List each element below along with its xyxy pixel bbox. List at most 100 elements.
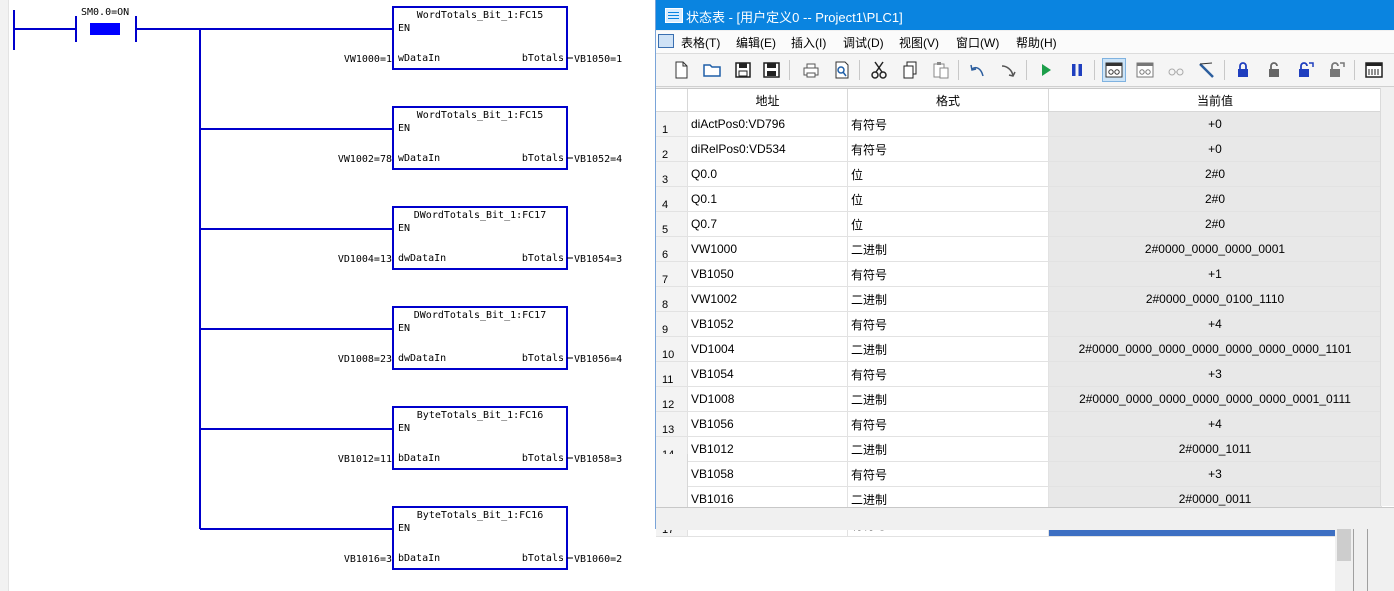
paste-icon[interactable] (929, 58, 953, 82)
format-cell[interactable]: 位 (847, 161, 1049, 187)
save-icon[interactable] (731, 58, 755, 82)
redo-icon[interactable] (996, 58, 1020, 82)
table-row[interactable]: 14VB1012二进制2#0000_1011 (656, 436, 1382, 462)
row-number[interactable]: 13 (656, 411, 688, 437)
menu-window[interactable]: 窗口(W) (956, 34, 999, 51)
current-value-cell[interactable]: 2#0000_0000_0000_0001 (1048, 236, 1382, 262)
table-row[interactable]: 8 VW1002 二进制 2#0000_0000_0100_1110 (656, 286, 1382, 312)
address-cell[interactable]: VW1002 (687, 286, 848, 312)
address-cell[interactable]: Q0.1 (687, 186, 848, 212)
row-number[interactable]: 12 (656, 386, 688, 412)
open-folder-icon[interactable] (700, 58, 724, 82)
menu-view[interactable]: 视图(V) (899, 34, 939, 51)
monitor-table-icon[interactable] (1102, 58, 1126, 82)
current-value-cell[interactable]: +4 (1048, 411, 1382, 437)
table-row[interactable]: 15VB1058有符号+3 (656, 461, 1382, 487)
current-value-cell[interactable]: 2#0000_0000_0100_1110 (1048, 286, 1382, 312)
title-bar[interactable]: 状态表 - [用户定义0 -- Project1\PLC1] (656, 0, 1394, 30)
format-cell[interactable]: 有符号 (847, 411, 1049, 437)
format-column-header[interactable]: 格式 (847, 89, 1049, 112)
new-file-icon[interactable] (669, 58, 693, 82)
format-cell[interactable]: 二进制 (847, 336, 1049, 362)
menu-table[interactable]: 表格(T) (681, 34, 720, 51)
scrollbar-thumb[interactable] (1337, 529, 1351, 561)
run-icon[interactable] (1034, 58, 1058, 82)
vertical-scrollbar[interactable] (1380, 88, 1394, 506)
table-row[interactable]: 4 Q0.1 位 2#0 (656, 186, 1382, 212)
current-value-cell[interactable]: +3 (1048, 461, 1382, 487)
format-cell[interactable]: 有符号 (847, 136, 1049, 162)
table-row[interactable]: 11 VB1054 有符号 +3 (656, 361, 1382, 387)
unforce-icon[interactable] (1324, 58, 1348, 82)
format-cell[interactable]: 有符号 (847, 461, 1049, 487)
row-number[interactable]: 8 (656, 286, 688, 312)
current-value-cell[interactable]: +0 (1048, 136, 1382, 162)
format-cell[interactable]: 有符号 (847, 361, 1049, 387)
row-number[interactable]: 7 (656, 261, 688, 287)
contact-energized[interactable] (90, 23, 120, 35)
background-scrollbar[interactable] (1335, 529, 1394, 591)
current-value-cell[interactable]: +0 (1048, 111, 1382, 137)
unlock-icon[interactable] (1262, 58, 1286, 82)
cut-icon[interactable] (867, 58, 891, 82)
current-value-cell[interactable]: 2#0000_0000_0000_0000_0000_0000_0000_110… (1048, 336, 1382, 362)
row-number[interactable]: 10 (656, 336, 688, 362)
current-value-cell[interactable]: +4 (1048, 311, 1382, 337)
address-cell[interactable]: diActPos0:VD796 (687, 111, 848, 137)
table-row[interactable]: 13 VB1056 有符号 +4 (656, 411, 1382, 437)
table-row[interactable]: 3 Q0.0 位 2#0 (656, 161, 1382, 187)
address-cell[interactable]: VB1058 (687, 461, 848, 487)
address-cell[interactable]: VD1004 (687, 336, 848, 362)
address-cell[interactable]: Q0.7 (687, 211, 848, 237)
format-cell[interactable]: 二进制 (847, 236, 1049, 262)
table-row[interactable]: 10 VD1004 二进制 2#0000_0000_0000_0000_0000_00… (656, 336, 1382, 362)
current-value-cell[interactable]: 2#0 (1048, 211, 1382, 237)
address-cell[interactable]: diRelPos0:VD534 (687, 136, 848, 162)
row-number[interactable]: 1 (656, 111, 688, 137)
address-cell[interactable]: VB1056 (687, 411, 848, 437)
address-cell[interactable]: VW1000 (687, 236, 848, 262)
format-cell[interactable]: 有符号 (847, 261, 1049, 287)
chart-view-icon[interactable] (1362, 58, 1386, 82)
row-number[interactable]: 4 (656, 186, 688, 212)
row-number[interactable]: 6 (656, 236, 688, 262)
address-cell[interactable]: VD1008 (687, 386, 848, 412)
write-pencil-icon[interactable] (1195, 58, 1219, 82)
format-cell[interactable]: 位 (847, 186, 1049, 212)
print-icon[interactable] (799, 58, 823, 82)
address-cell[interactable]: Q0.0 (687, 161, 848, 187)
current-value-cell[interactable]: 2#0 (1048, 186, 1382, 212)
table-row[interactable]: 6 VW1000 二进制 2#0000_0000_0000_0001 (656, 236, 1382, 262)
format-cell[interactable]: 有符号 (847, 111, 1049, 137)
format-cell[interactable]: 二进制 (847, 286, 1049, 312)
format-cell[interactable]: 二进制 (847, 436, 1049, 462)
current-value-cell[interactable]: +3 (1048, 361, 1382, 387)
row-number[interactable]: 11 (656, 361, 688, 387)
format-cell[interactable]: 二进制 (847, 386, 1049, 412)
row-number[interactable]: 9 (656, 311, 688, 337)
table-row[interactable]: 9 VB1052 有符号 +4 (656, 311, 1382, 337)
current-value-cell[interactable]: 2#0000_1011 (1048, 436, 1382, 462)
address-cell[interactable]: VB1054 (687, 361, 848, 387)
monitor-trend-icon[interactable] (1133, 58, 1157, 82)
table-row[interactable]: 2 diRelPos0:VD534 有符号 +0 (656, 136, 1382, 162)
address-cell[interactable]: VB1052 (687, 311, 848, 337)
address-column-header[interactable]: 地址 (687, 89, 848, 112)
table-row[interactable]: 7 VB1050 有符号 +1 (656, 261, 1382, 287)
current-value-column-header[interactable]: 当前值 (1048, 89, 1382, 112)
row-number[interactable]: 3 (656, 161, 688, 187)
menu-help[interactable]: 帮助(H) (1016, 34, 1057, 51)
menu-debug[interactable]: 调试(D) (843, 34, 884, 51)
table-row[interactable]: 5 Q0.7 位 2#0 (656, 211, 1382, 237)
force-lock-icon[interactable] (1293, 58, 1317, 82)
row-number-header[interactable] (656, 89, 688, 112)
row-number[interactable]: 2 (656, 136, 688, 162)
menu-insert[interactable]: 插入(I) (791, 34, 826, 51)
child-window-icon[interactable] (658, 34, 674, 48)
lock-icon[interactable] (1231, 58, 1255, 82)
save-all-icon[interactable] (760, 58, 784, 82)
current-value-cell[interactable]: +1 (1048, 261, 1382, 287)
menu-edit[interactable]: 编辑(E) (736, 34, 776, 51)
glasses-icon[interactable] (1164, 58, 1188, 82)
table-row[interactable]: 12 VD1008 二进制 2#0000_0000_0000_0000_0000_00… (656, 386, 1382, 412)
